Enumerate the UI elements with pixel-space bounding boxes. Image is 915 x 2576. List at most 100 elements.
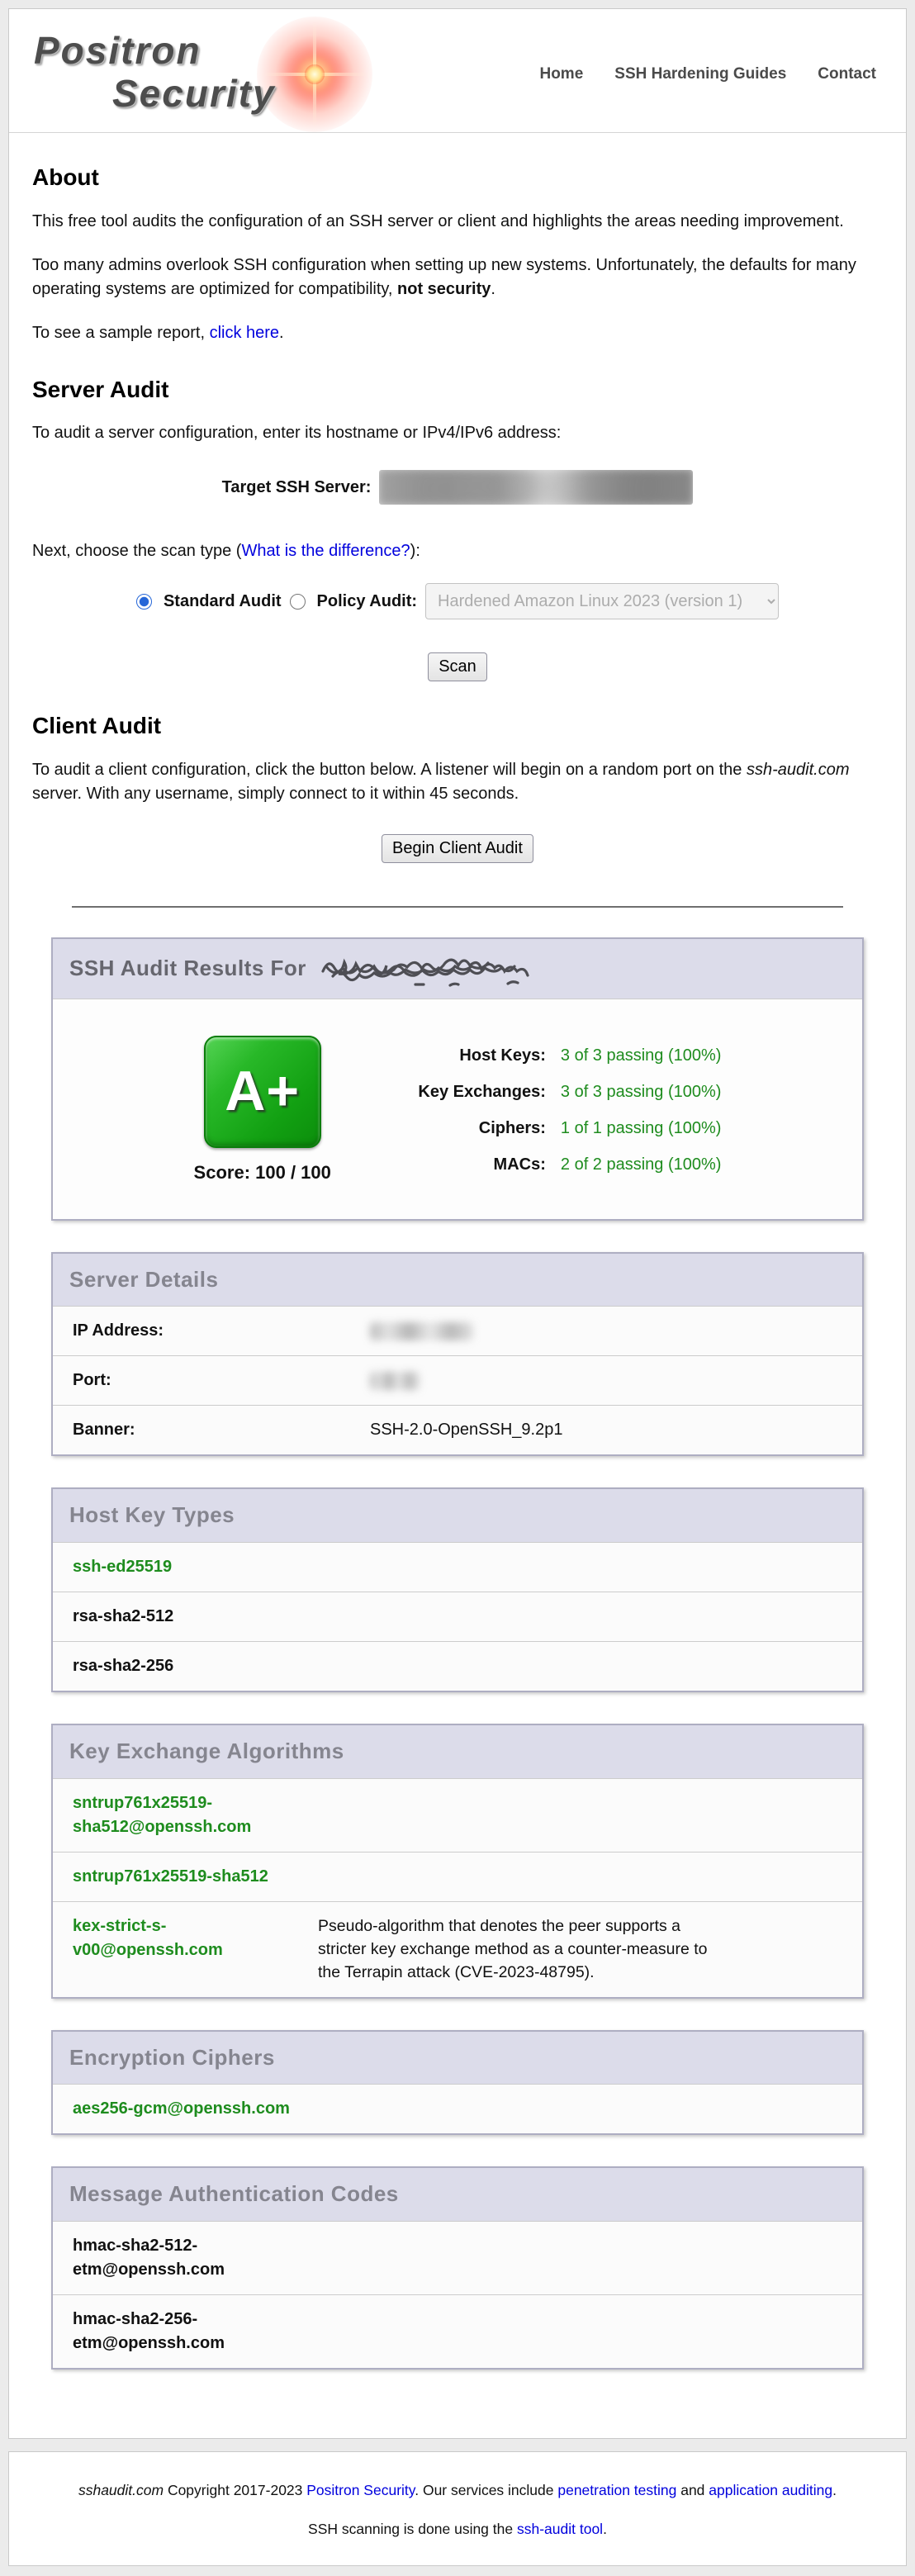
mac-row: hmac-sha2-512-etm@openssh.com — [53, 2221, 862, 2294]
logo-text: Positron Security — [34, 31, 276, 112]
logo-line2: Security — [112, 74, 276, 112]
scan-type-options: Standard Audit Policy Audit: Hardened Am… — [32, 583, 883, 619]
policy-audit-label: Policy Audit: — [317, 590, 417, 614]
target-server-row: Target SSH Server: — [32, 470, 883, 505]
footer-copyright-text: Copyright 2017-2023 — [164, 2482, 306, 2498]
algorithm-note: Pseudo-algorithm that denotes the peer s… — [308, 1914, 725, 1985]
algorithm-name: rsa-sha2-512 — [73, 1607, 173, 1625]
host-key-types-title: Host Key Types — [69, 1502, 235, 1527]
logo-line1: Positron — [34, 31, 276, 69]
server-detail-row-banner: Banner: SSH-2.0-OpenSSH_9.2p1 — [53, 1405, 862, 1454]
host-key-row: ssh-ed25519 — [53, 1542, 862, 1592]
redacted-ip-value — [370, 1322, 473, 1340]
algorithm-note — [308, 1865, 318, 1889]
stat-row-host-keys: Host Keys: 3 of 3 passing (100%) — [393, 1044, 722, 1068]
footer-and-text: and — [676, 2482, 709, 2498]
kex-panel: Key Exchange Algorithms sntrup761x25519-… — [51, 1724, 864, 1998]
about-paragraph-2: Too many admins overlook SSH configurati… — [32, 254, 883, 301]
footer-site-name: sshaudit.com — [78, 2482, 164, 2498]
policy-select[interactable]: Hardened Amazon Linux 2023 (version 1) — [425, 583, 779, 619]
redacted-port-value — [370, 1372, 420, 1390]
redacted-input-value — [379, 470, 693, 505]
host-key-row: rsa-sha2-256 — [53, 1641, 862, 1691]
detail-label: IP Address: — [73, 1319, 370, 1343]
section-divider — [72, 906, 843, 908]
stat-value: 3 of 3 passing (100%) — [561, 1044, 722, 1068]
policy-audit-radio[interactable] — [290, 594, 306, 610]
footer: sshaudit.com Copyright 2017-2023 Positro… — [8, 2451, 907, 2566]
host-key-types-panel: Host Key Types ssh-ed25519 rsa-sha2-512 … — [51, 1487, 864, 1692]
client-audit-p-post: server. With any username, simply connec… — [32, 785, 519, 803]
results-panel: SSH Audit Results For A+ Score: 100 / 10… — [51, 937, 864, 1221]
redacted-hostname-scribble — [318, 951, 562, 988]
mac-row: hmac-sha2-256-etm@openssh.com — [53, 2294, 862, 2368]
main-card: Positron Security Home SSH Hardening Gui… — [8, 8, 907, 2439]
about-p2-post: . — [491, 280, 495, 298]
standard-audit-label: Standard Audit — [164, 590, 282, 614]
algorithm-note — [308, 1791, 318, 1839]
nav-ssh-hardening-guides[interactable]: SSH Hardening Guides — [614, 63, 786, 86]
server-details-title: Server Details — [69, 1267, 218, 1292]
nav-home[interactable]: Home — [539, 63, 583, 86]
cipher-row: aes256-gcm@openssh.com — [53, 2084, 862, 2133]
macs-title: Message Authentication Codes — [69, 2181, 399, 2206]
about-title: About — [32, 161, 883, 195]
scan-type-difference-link[interactable]: What is the difference? — [241, 542, 410, 560]
scan-type-post: ): — [410, 542, 420, 560]
client-audit-title: Client Audit — [32, 709, 883, 743]
client-audit-site-name: ssh-audit.com — [747, 761, 850, 779]
algorithm-name: sntrup761x25519-sha512 — [73, 1865, 308, 1889]
scan-button-row: Scan — [32, 652, 883, 681]
macs-panel: Message Authentication Codes hmac-sha2-5… — [51, 2166, 864, 2370]
stat-value: 1 of 1 passing (100%) — [561, 1117, 722, 1141]
positron-security-logo[interactable]: Positron Security — [34, 21, 422, 127]
sample-report-link[interactable]: click here — [210, 324, 279, 342]
algorithm-name: hmac-sha2-512-etm@openssh.com — [73, 2234, 308, 2282]
penetration-testing-link[interactable]: penetration testing — [557, 2482, 676, 2498]
begin-client-audit-button[interactable]: Begin Client Audit — [382, 834, 533, 863]
stat-label: Key Exchanges: — [393, 1080, 546, 1104]
stat-label: MACs: — [393, 1153, 546, 1177]
ciphers-title: Encryption Ciphers — [69, 2045, 275, 2070]
algorithm-name: aes256-gcm@openssh.com — [73, 2099, 290, 2118]
results-stats: Host Keys: 3 of 3 passing (100%) Key Exc… — [393, 1044, 722, 1177]
ssh-audit-tool-link[interactable]: ssh-audit tool — [517, 2521, 603, 2537]
begin-client-audit-row: Begin Client Audit — [32, 834, 883, 863]
standard-audit-radio[interactable] — [136, 594, 152, 610]
stat-value: 2 of 2 passing (100%) — [561, 1153, 722, 1177]
results-body: A+ Score: 100 / 100 Host Keys: 3 of 3 pa… — [53, 999, 862, 1219]
client-audit-p-pre: To audit a client configuration, click t… — [32, 761, 747, 779]
positron-security-link[interactable]: Positron Security — [306, 2482, 415, 2498]
server-detail-row-port: Port: — [53, 1355, 862, 1405]
footer-line1-end: . — [832, 2482, 837, 2498]
results-panel-header: SSH Audit Results For — [53, 939, 862, 999]
algorithm-name: sntrup761x25519-sha512@openssh.com — [73, 1791, 308, 1839]
detail-label: Banner: — [73, 1418, 370, 1442]
footer-line2-end: . — [603, 2521, 607, 2537]
about-p3-post: . — [279, 324, 284, 342]
scan-button[interactable]: Scan — [428, 652, 487, 681]
detail-value-redacted — [370, 1319, 842, 1343]
kex-header: Key Exchange Algorithms — [53, 1725, 862, 1778]
ciphers-panel: Encryption Ciphers aes256-gcm@openssh.co… — [51, 2030, 864, 2136]
server-detail-row-ip: IP Address: — [53, 1306, 862, 1355]
algorithm-name: ssh-ed25519 — [73, 1558, 172, 1576]
target-server-input[interactable] — [379, 470, 693, 505]
server-audit-title: Server Audit — [32, 373, 883, 407]
kex-row: sntrup761x25519-sha512 — [53, 1852, 862, 1901]
grade-badge: A+ — [204, 1036, 321, 1148]
grade-letter: A+ — [225, 1051, 300, 1132]
application-auditing-link[interactable]: application auditing — [709, 2482, 832, 2498]
kex-title: Key Exchange Algorithms — [69, 1739, 344, 1763]
site-header: Positron Security Home SSH Hardening Gui… — [9, 9, 906, 133]
macs-header: Message Authentication Codes — [53, 2168, 862, 2221]
footer-scanning-text: SSH scanning is done using the — [308, 2521, 517, 2537]
algorithm-name: hmac-sha2-256-etm@openssh.com — [73, 2308, 308, 2355]
stat-label: Ciphers: — [393, 1117, 546, 1141]
stat-row-key-exchanges: Key Exchanges: 3 of 3 passing (100%) — [393, 1080, 722, 1104]
stat-label: Host Keys: — [393, 1044, 546, 1068]
nav-contact[interactable]: Contact — [818, 63, 876, 86]
footer-services-text: . Our services include — [415, 2482, 557, 2498]
score-label: Score: 100 / 100 — [194, 1160, 331, 1186]
host-key-row: rsa-sha2-512 — [53, 1592, 862, 1641]
